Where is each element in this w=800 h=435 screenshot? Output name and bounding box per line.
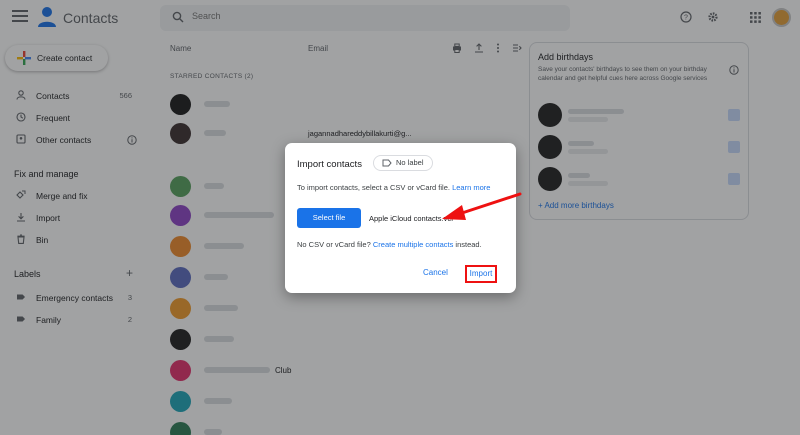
select-file-button[interactable]: Select file — [297, 208, 361, 228]
dialog-alternative: No CSV or vCard file? Create multiple co… — [297, 240, 482, 249]
alternative-prefix: No CSV or vCard file? — [297, 240, 371, 249]
alternative-suffix: instead. — [455, 240, 482, 249]
dialog-title: Import contacts — [297, 159, 362, 170]
label-outline-icon — [382, 159, 392, 167]
dialog-description-text: To import contacts, select a CSV or vCar… — [297, 183, 450, 192]
annotation-arrow-icon — [442, 192, 522, 220]
create-multiple-contacts-link[interactable]: Create multiple contacts — [373, 240, 453, 249]
import-button[interactable]: Import — [465, 265, 497, 283]
cancel-button[interactable]: Cancel — [423, 268, 448, 277]
label-chip[interactable]: No label — [373, 155, 433, 171]
label-chip-text: No label — [396, 158, 424, 167]
